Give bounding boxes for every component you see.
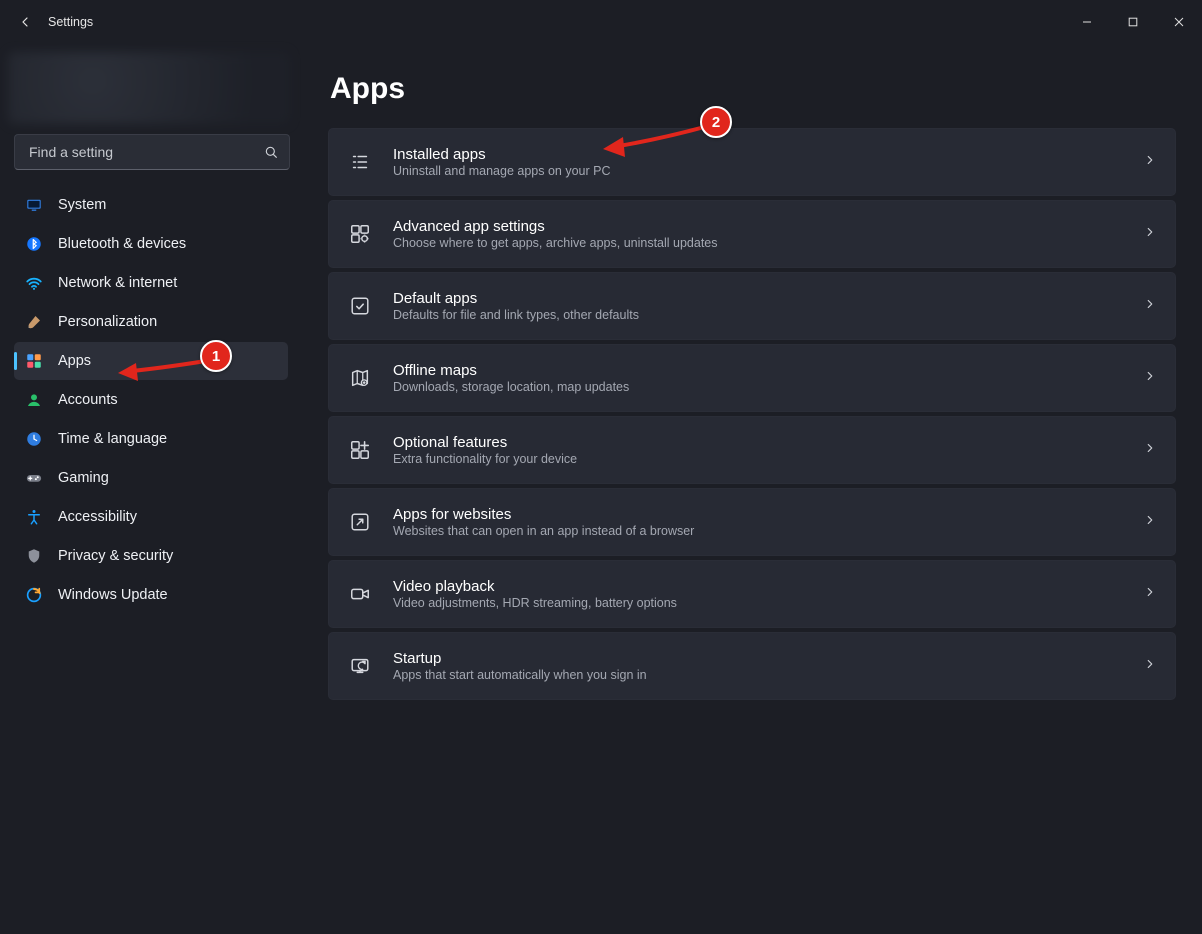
card-optional[interactable]: Optional featuresExtra functionality for… [328,416,1176,484]
sidebar-item-label: Accounts [58,392,118,408]
person-icon [24,390,44,410]
card-title: Installed apps [393,146,611,163]
sidebar-item-system[interactable]: System [14,186,288,224]
card-subtitle: Websites that can open in an app instead… [393,524,694,538]
card-maps[interactable]: Offline mapsDownloads, storage location,… [328,344,1176,412]
sidebar-item-game[interactable]: Gaming [14,459,288,497]
card-startup[interactable]: StartupApps that start automatically whe… [328,632,1176,700]
sidebar-item-apps[interactable]: Apps [14,342,288,380]
search-input[interactable] [27,143,263,161]
main-content: Apps Installed appsUninstall and manage … [300,44,1202,934]
sidebar-item-label: Time & language [58,431,167,447]
chevron-right-icon [1143,225,1157,244]
startup-icon [347,653,373,679]
card-default[interactable]: Default appsDefaults for file and link t… [328,272,1176,340]
nav-list: System Bluetooth & devices Network & inter… [6,186,294,614]
bluetooth-icon [24,234,44,254]
sidebar-item-person[interactable]: Accounts [14,381,288,419]
card-subtitle: Video adjustments, HDR streaming, batter… [393,596,677,610]
clock-icon [24,429,44,449]
card-subtitle: Apps that start automatically when you s… [393,668,647,682]
apps-icon [24,351,44,371]
maximize-button[interactable] [1110,0,1156,44]
card-advanced[interactable]: Advanced app settingsChoose where to get… [328,200,1176,268]
access-icon [24,507,44,527]
optional-icon [347,437,373,463]
close-icon [1174,17,1184,27]
installed-icon [347,149,373,175]
wifi-icon [24,273,44,293]
card-title: Apps for websites [393,506,694,523]
profile-block[interactable] [8,52,290,124]
sidebar-item-label: Privacy & security [58,548,173,564]
card-title: Optional features [393,434,577,451]
maximize-icon [1128,17,1138,27]
search-icon [263,144,279,160]
default-icon [347,293,373,319]
chevron-right-icon [1143,369,1157,388]
advanced-icon [347,221,373,247]
game-icon [24,468,44,488]
sidebar-item-label: Accessibility [58,509,137,525]
card-title: Offline maps [393,362,629,379]
window-title: Settings [48,15,93,29]
card-subtitle: Defaults for file and link types, other … [393,308,639,322]
system-icon [24,195,44,215]
sidebar-item-update[interactable]: Windows Update [14,576,288,614]
sidebar-item-shield[interactable]: Privacy & security [14,537,288,575]
sidebar-item-label: System [58,197,106,213]
close-button[interactable] [1156,0,1202,44]
sidebar-item-wifi[interactable]: Network & internet [14,264,288,302]
chevron-right-icon [1143,441,1157,460]
sidebar-item-label: Personalization [58,314,157,330]
card-title: Startup [393,650,647,667]
card-video[interactable]: Video playbackVideo adjustments, HDR str… [328,560,1176,628]
websites-icon [347,509,373,535]
chevron-right-icon [1143,585,1157,604]
sidebar: System Bluetooth & devices Network & inter… [0,44,300,934]
card-subtitle: Choose where to get apps, archive apps, … [393,236,718,250]
card-websites[interactable]: Apps for websitesWebsites that can open … [328,488,1176,556]
card-title: Video playback [393,578,677,595]
sidebar-item-label: Gaming [58,470,109,486]
update-icon [24,585,44,605]
caption-buttons [1064,0,1202,44]
card-installed[interactable]: Installed appsUninstall and manage apps … [328,128,1176,196]
sidebar-item-label: Windows Update [58,587,168,603]
minimize-button[interactable] [1064,0,1110,44]
card-subtitle: Uninstall and manage apps on your PC [393,164,611,178]
settings-cards: Installed appsUninstall and manage apps … [328,128,1176,700]
sidebar-item-bluetooth[interactable]: Bluetooth & devices [14,225,288,263]
titlebar: Settings [0,0,1202,44]
settings-window: Settings System Bluetooth & devices Networ… [0,0,1202,934]
chevron-right-icon [1143,297,1157,316]
video-icon [347,581,373,607]
sidebar-item-brush[interactable]: Personalization [14,303,288,341]
chevron-right-icon [1143,657,1157,676]
maps-icon [347,365,373,391]
sidebar-item-access[interactable]: Accessibility [14,498,288,536]
card-subtitle: Downloads, storage location, map updates [393,380,629,394]
arrow-left-icon [17,14,33,30]
sidebar-item-label: Bluetooth & devices [58,236,186,252]
card-subtitle: Extra functionality for your device [393,452,577,466]
sidebar-item-label: Apps [58,353,91,369]
shield-icon [24,546,44,566]
sidebar-item-label: Network & internet [58,275,177,291]
back-button[interactable] [10,7,40,37]
page-title: Apps [330,72,1176,106]
chevron-right-icon [1143,513,1157,532]
chevron-right-icon [1143,153,1157,172]
sidebar-item-clock[interactable]: Time & language [14,420,288,458]
card-title: Default apps [393,290,639,307]
card-title: Advanced app settings [393,218,718,235]
brush-icon [24,312,44,332]
search-box[interactable] [14,134,290,170]
minimize-icon [1082,17,1092,27]
